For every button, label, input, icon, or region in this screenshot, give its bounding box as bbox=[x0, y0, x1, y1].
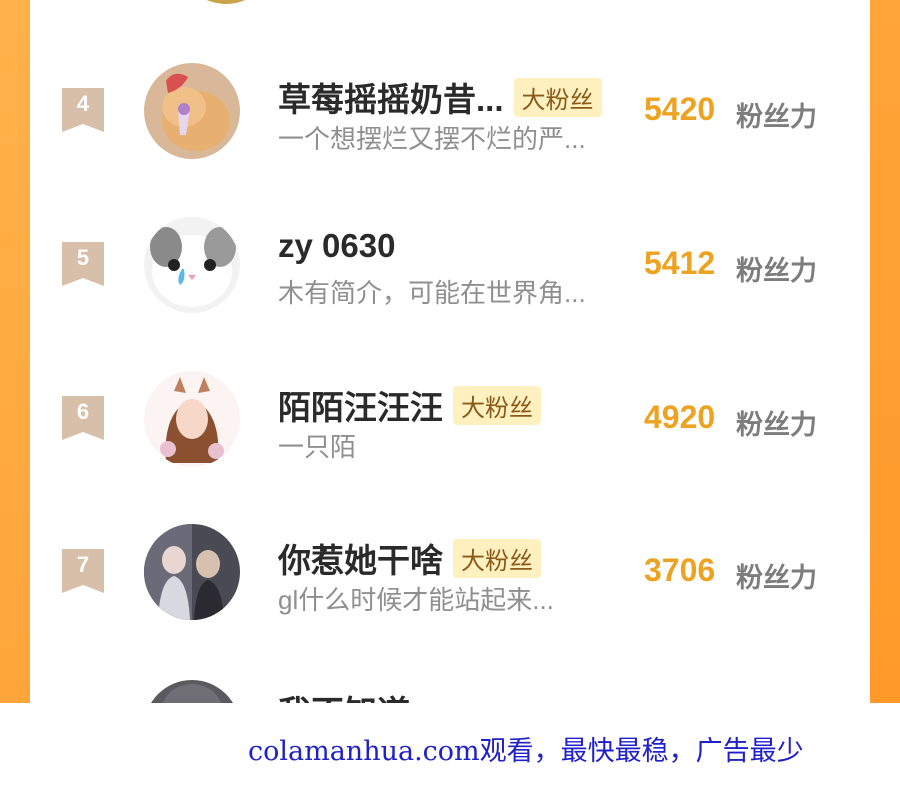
user-name[interactable]: 我不知道ever bbox=[278, 686, 478, 703]
user-name[interactable]: zy 0630 bbox=[278, 227, 395, 265]
user-bio: 木有简介，可能在世界角... bbox=[278, 278, 586, 308]
fan-score: 5412 bbox=[644, 245, 716, 281]
fan-score: 3706 bbox=[644, 552, 716, 588]
avatar[interactable] bbox=[144, 680, 240, 703]
rank-number: 7 bbox=[76, 552, 90, 577]
avatar[interactable] bbox=[144, 63, 240, 159]
rank-number: 4 bbox=[76, 91, 90, 116]
user-name[interactable]: 草莓摇摇奶昔... bbox=[278, 73, 504, 121]
user-bio: gl什么时候才能站起来... bbox=[278, 585, 554, 615]
fan-score-label: 粉丝力 bbox=[736, 563, 817, 593]
fan-score-label: 粉丝力 bbox=[736, 102, 817, 132]
ranking-row[interactable]: 7 你惹她干啥 大粉丝 gl什么时候才能站起来... 3706 粉丝力 bbox=[30, 524, 870, 644]
user-name[interactable]: 你惹她干啥 bbox=[278, 534, 443, 582]
avatar[interactable] bbox=[144, 371, 240, 467]
rank-number: 6 bbox=[76, 399, 90, 424]
rank-number: 5 bbox=[76, 245, 90, 270]
footer-banner: colamanhua.com观看，最快最稳，广告最少 bbox=[0, 703, 900, 788]
previous-avatar-ring bbox=[178, 0, 274, 4]
ranking-row[interactable]: 4 草莓摇摇奶昔... 大粉丝 一个想摆烂又摆不烂的严... 5420 粉丝力 bbox=[30, 63, 870, 183]
fan-score-label: 粉丝力 bbox=[736, 410, 817, 440]
user-name[interactable]: 陌陌汪汪汪 bbox=[278, 381, 443, 429]
left-orange-border bbox=[0, 0, 30, 703]
ranking-row[interactable]: 6 陌陌汪汪汪 大粉丝 一只陌 4920 粉丝力 bbox=[30, 371, 870, 491]
right-orange-border bbox=[870, 0, 900, 703]
user-bio: 一个想摆烂又摆不烂的严... bbox=[278, 124, 586, 154]
user-bio: 一只陌 bbox=[278, 432, 357, 462]
ranking-row-partial[interactable]: 我不知道ever bbox=[30, 680, 870, 703]
fan-score-label: 粉丝力 bbox=[736, 256, 817, 286]
rank-badge: 4 bbox=[62, 88, 104, 132]
fan-score: 5420 bbox=[644, 91, 716, 127]
fan-ranking-list: 4 草莓摇摇奶昔... 大粉丝 一个想摆烂又摆不烂的严... 5420 粉丝力 … bbox=[30, 0, 870, 703]
fan-level-badge: 大粉丝 bbox=[453, 538, 541, 578]
fan-level-badge: 大粉丝 bbox=[453, 385, 541, 425]
rank-badge: 7 bbox=[62, 549, 104, 593]
avatar[interactable] bbox=[144, 524, 240, 620]
fan-level-badge: 大粉丝 bbox=[513, 77, 602, 117]
avatar[interactable] bbox=[144, 217, 240, 313]
rank-badge: 5 bbox=[62, 242, 104, 286]
ranking-row[interactable]: 5 zy 0630 木有简介，可能在世界角... 5412 粉丝力 bbox=[30, 217, 870, 337]
rank-badge: 6 bbox=[62, 396, 104, 440]
fan-score: 4920 bbox=[644, 399, 716, 435]
footer-watermark-text: colamanhua.com观看，最快最稳，广告最少 bbox=[248, 736, 804, 767]
